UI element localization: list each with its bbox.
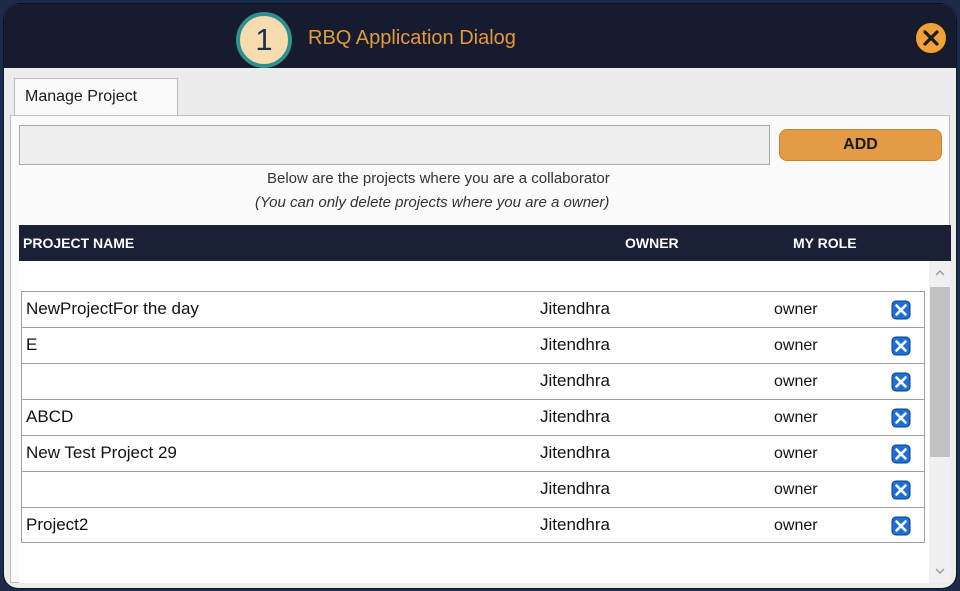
- role-cell: owner: [774, 481, 818, 498]
- scroll-thumb[interactable]: [930, 287, 950, 457]
- delete-project-button[interactable]: [891, 444, 911, 464]
- project-name-cell: Project2: [26, 515, 89, 534]
- delete-project-button[interactable]: [891, 408, 911, 428]
- table-row: ABCD Jitendhra owner: [21, 399, 925, 435]
- delete-project-button[interactable]: [891, 516, 911, 536]
- scroll-up-button[interactable]: [929, 261, 951, 285]
- delete-icon: [891, 372, 911, 392]
- owner-cell: Jitendhra: [540, 479, 610, 498]
- project-name-input[interactable]: [19, 125, 770, 165]
- table-header: PROJECT NAME OWNER MY ROLE: [19, 225, 951, 261]
- dialog-title: RBQ Application Dialog: [308, 27, 516, 49]
- column-header-project-name: PROJECT NAME: [23, 235, 135, 251]
- table-row: Jitendhra owner: [21, 363, 925, 399]
- project-table: NewProjectFor the day Jitendhra owner E Jite…: [19, 261, 951, 583]
- owner-cell: Jitendhra: [540, 335, 610, 354]
- delete-icon: [891, 480, 911, 500]
- owner-cell: Jitendhra: [540, 515, 610, 534]
- close-icon: [923, 30, 939, 46]
- project-rows: NewProjectFor the day Jitendhra owner E Jite…: [21, 291, 925, 543]
- table-row: NewProjectFor the day Jitendhra owner: [21, 291, 925, 327]
- manage-project-panel: ADD Below are the projects where you are…: [10, 115, 951, 583]
- owner-cell: Jitendhra: [540, 443, 610, 462]
- owner-cell: Jitendhra: [540, 407, 610, 426]
- chevron-down-icon: [935, 568, 945, 574]
- chevron-up-icon: [935, 270, 945, 276]
- owner-cell: Jitendhra: [540, 371, 610, 390]
- table-row: Project2 Jitendhra owner: [21, 507, 925, 543]
- delete-icon: [891, 408, 911, 428]
- role-cell: owner: [774, 517, 818, 534]
- delete-project-button[interactable]: [891, 300, 911, 320]
- table-row: New Test Project 29 Jitendhra owner: [21, 435, 925, 471]
- delete-project-button[interactable]: [891, 336, 911, 356]
- close-button[interactable]: [914, 21, 948, 55]
- column-header-my-role: MY ROLE: [793, 235, 857, 251]
- table-row: Jitendhra owner: [21, 471, 925, 507]
- role-cell: owner: [774, 373, 818, 390]
- step-badge: 1: [236, 12, 292, 68]
- delete-project-button[interactable]: [891, 480, 911, 500]
- project-name-cell: E: [26, 335, 38, 354]
- delete-icon: [891, 336, 911, 356]
- delete-icon: [891, 444, 911, 464]
- tab-manage-project[interactable]: Manage Project: [14, 78, 178, 116]
- delete-project-button[interactable]: [891, 372, 911, 392]
- project-name-cell: NewProjectFor the day: [26, 299, 199, 318]
- role-cell: owner: [774, 301, 818, 318]
- vertical-scrollbar[interactable]: [929, 261, 951, 583]
- role-cell: owner: [774, 445, 818, 462]
- role-cell: owner: [774, 337, 818, 354]
- role-cell: owner: [774, 409, 818, 426]
- scroll-down-button[interactable]: [929, 559, 951, 583]
- owner-cell: Jitendhra: [540, 299, 610, 318]
- application-dialog: 1 RBQ Application Dialog Manage Project …: [4, 4, 956, 588]
- project-name-cell: New Test Project 29: [26, 443, 177, 462]
- title-bar: 1 RBQ Application Dialog: [4, 4, 956, 68]
- delete-icon: [891, 516, 911, 536]
- project-name-cell: ABCD: [26, 407, 74, 426]
- column-header-owner: OWNER: [625, 235, 679, 251]
- delete-icon: [891, 300, 911, 320]
- add-button[interactable]: ADD: [779, 129, 942, 161]
- table-row: E Jitendhra owner: [21, 327, 925, 363]
